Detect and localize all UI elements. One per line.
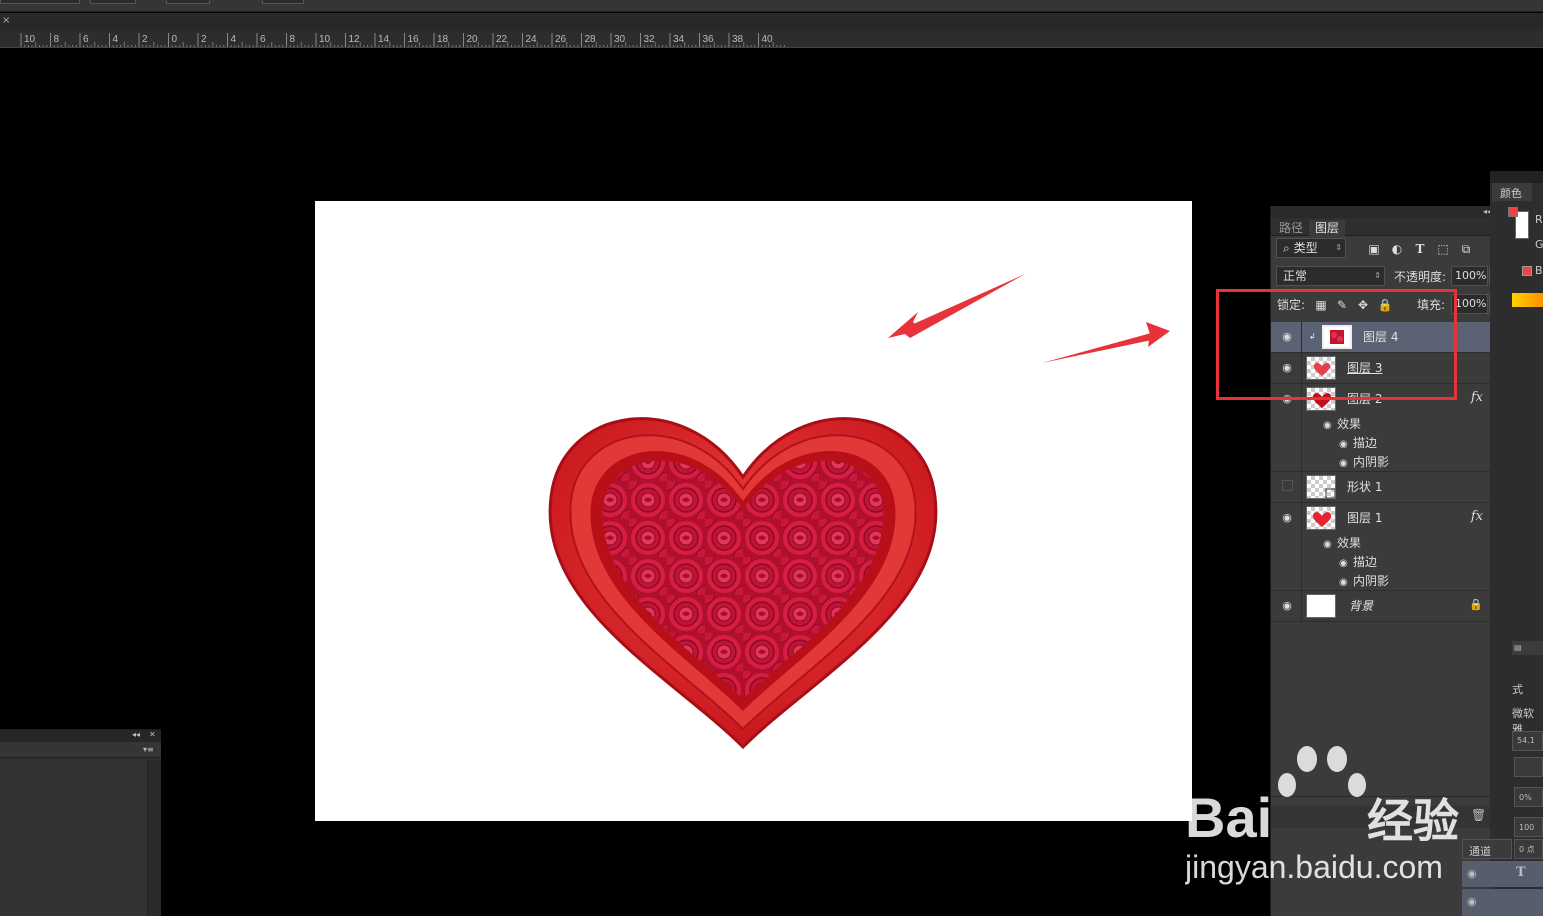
layer-row[interactable]: 形状 1 bbox=[1271, 472, 1498, 503]
opacity-input[interactable]: 100% bbox=[1451, 266, 1488, 286]
lock-icon: 🔒 bbox=[1469, 598, 1483, 611]
eye-icon[interactable]: ◉ bbox=[1280, 599, 1294, 613]
right-dock: 颜色 R G B ▤ 式 微软雅 54.1 0% 100 0 点 通道 ◉ T … bbox=[1462, 171, 1543, 916]
background-swatch[interactable] bbox=[1508, 207, 1518, 217]
filter-smart-object-icon[interactable]: ⧉ bbox=[1458, 241, 1474, 257]
eye-icon[interactable]: ◉ bbox=[1467, 896, 1477, 907]
spin-arrows-icon: ⇕ bbox=[1335, 243, 1342, 252]
text-layer-row[interactable]: ◉ bbox=[1462, 889, 1543, 916]
layers-footer: 🗑 bbox=[1271, 806, 1512, 828]
panel-tabs: 路径 图层 ▾≡ bbox=[1271, 218, 1511, 236]
dock-header bbox=[1490, 171, 1543, 183]
tracking-field[interactable]: 0% bbox=[1514, 787, 1543, 807]
layer-effects-icon[interactable]: fx bbox=[1471, 509, 1483, 524]
layer-row[interactable]: ◉ 图层 1 fx ◉ 效果 ◉ 描边 ◉ 内阴影 bbox=[1271, 503, 1498, 591]
arrow-annotation bbox=[1042, 332, 1155, 363]
blend-mode-dropdown[interactable]: 正常 ⇕ bbox=[1276, 266, 1385, 286]
floating-panel: ◂◂ ✕ ▾≡ bbox=[0, 729, 161, 916]
visibility-toggle-empty[interactable] bbox=[1282, 480, 1293, 491]
divider bbox=[1271, 796, 1512, 797]
filter-shape-icon[interactable]: ⬚ bbox=[1435, 241, 1451, 257]
tab-channels[interactable]: 通道 bbox=[1462, 839, 1512, 859]
eye-icon[interactable]: ◉ bbox=[1323, 537, 1337, 553]
color-ramp[interactable] bbox=[1512, 293, 1543, 307]
filter-type-icon[interactable]: T bbox=[1412, 241, 1428, 257]
layer-name[interactable]: 背景 bbox=[1349, 598, 1373, 614]
panel-header[interactable]: ◂◂ ✕ bbox=[1271, 206, 1511, 218]
type-layer-icon: T bbox=[1516, 865, 1526, 880]
layer-filter-row: ⌕ 类型 ⇕ ▣ ◐ T ⬚ ⧉ ▮ bbox=[1271, 238, 1512, 264]
search-icon: ⌕ bbox=[1283, 241, 1290, 255]
tab-color[interactable]: 颜色 bbox=[1492, 183, 1532, 201]
panel-menu-icon[interactable]: ▾≡ bbox=[143, 745, 154, 755]
eye-icon[interactable]: ◉ bbox=[1339, 556, 1353, 572]
font-size-field[interactable]: 54.1 bbox=[1512, 731, 1543, 751]
effect-item[interactable]: ◉ 描边 bbox=[1339, 435, 1377, 453]
scale-field[interactable]: 100 bbox=[1514, 817, 1543, 837]
layer-effects-icon[interactable]: fx bbox=[1471, 390, 1483, 405]
close-panel-icon[interactable]: ✕ bbox=[149, 730, 156, 740]
eye-icon[interactable]: ◉ bbox=[1339, 456, 1353, 472]
effect-item[interactable]: ◉ 内阴影 bbox=[1339, 454, 1389, 472]
eye-icon[interactable]: ◉ bbox=[1339, 437, 1353, 453]
effect-item[interactable]: ◉ 内阴影 bbox=[1339, 573, 1389, 591]
highlight-box bbox=[1216, 289, 1457, 400]
panel-menu-icon[interactable]: ▤ bbox=[1514, 643, 1522, 653]
effects-group[interactable]: ◉ 效果 bbox=[1323, 416, 1361, 434]
layer-thumbnail bbox=[1306, 506, 1336, 530]
filter-adjustment-icon[interactable]: ◐ bbox=[1389, 241, 1405, 257]
leading-field[interactable] bbox=[1514, 757, 1543, 777]
layer-row[interactable]: ◉ 背景 🔒 bbox=[1271, 591, 1498, 622]
panel-header[interactable]: ◂◂ ✕ bbox=[0, 730, 161, 742]
color-chip[interactable] bbox=[1522, 266, 1532, 276]
layer-thumbnail bbox=[1306, 475, 1336, 499]
tab-layers[interactable]: 图层 bbox=[1309, 220, 1346, 236]
panel-body bbox=[0, 760, 148, 916]
effect-item[interactable]: ◉ 描边 bbox=[1339, 554, 1377, 572]
collapse-icon[interactable]: ◂◂ bbox=[132, 730, 140, 740]
opacity-label: 不透明度: bbox=[1394, 270, 1447, 284]
eye-icon[interactable]: ◉ bbox=[1323, 418, 1337, 434]
trash-icon[interactable]: 🗑 bbox=[1471, 809, 1486, 821]
layer-thumbnail bbox=[1306, 594, 1336, 618]
filter-type-dropdown[interactable]: ⌕ 类型 ⇕ bbox=[1276, 238, 1346, 258]
filter-pixel-icon[interactable]: ▣ bbox=[1366, 241, 1382, 257]
eye-icon[interactable]: ◉ bbox=[1280, 511, 1294, 525]
layer-name[interactable]: 形状 1 bbox=[1347, 479, 1382, 495]
text-layer-row[interactable]: ◉ T bbox=[1462, 861, 1543, 887]
effects-group[interactable]: ◉ 效果 bbox=[1323, 535, 1361, 553]
panel-scrollbar[interactable] bbox=[149, 760, 161, 916]
tab-paths[interactable]: 路径 bbox=[1273, 220, 1309, 236]
eye-icon[interactable]: ◉ bbox=[1339, 575, 1353, 591]
eye-icon[interactable]: ◉ bbox=[1467, 868, 1477, 879]
baseline-field[interactable]: 0 点 bbox=[1514, 839, 1543, 859]
layer-name[interactable]: 图层 1 bbox=[1347, 510, 1382, 526]
panel-header: ▤ bbox=[1512, 641, 1543, 655]
spin-arrows-icon: ⇕ bbox=[1374, 271, 1381, 280]
panel-tab-row: ▾≡ bbox=[0, 742, 161, 758]
